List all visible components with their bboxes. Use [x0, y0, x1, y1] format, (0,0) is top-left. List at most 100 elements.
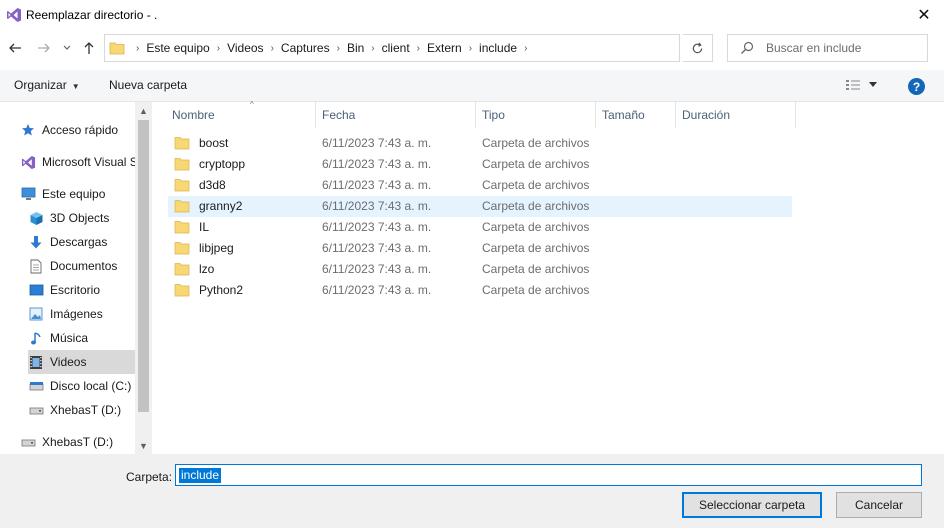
nav-label: Este equipo: [42, 187, 106, 201]
forward-button[interactable]: [35, 39, 53, 57]
file-name: IL: [199, 220, 210, 234]
folder-icon: [109, 42, 125, 55]
column-header-duration[interactable]: Duración: [676, 102, 796, 128]
column-header-date[interactable]: Fecha: [316, 102, 476, 128]
nav-item-visual-studio[interactable]: Microsoft Visual S: [20, 150, 152, 174]
nav-label: XhebasT (D:): [42, 435, 114, 449]
nav-item-downloads[interactable]: Descargas: [28, 230, 152, 254]
nav-item-quick-access[interactable]: Acceso rápido: [20, 118, 152, 142]
scroll-down-icon[interactable]: ▼: [135, 437, 152, 454]
chevron-right-icon[interactable]: ›: [371, 43, 374, 54]
breadcrumb-item[interactable]: Este equipo: [146, 41, 209, 55]
folder-icon: [174, 221, 190, 234]
search-box[interactable]: [727, 34, 928, 62]
column-label: Duración: [682, 108, 731, 122]
nav-item-local-disk-c[interactable]: Disco local (C:): [28, 374, 152, 398]
file-name: Python2: [199, 283, 244, 297]
chevron-right-icon[interactable]: ›: [217, 43, 220, 54]
scrollbar-thumb[interactable]: [138, 120, 149, 412]
chevron-right-icon[interactable]: ›: [524, 43, 527, 54]
nav-item-desktop[interactable]: Escritorio: [28, 278, 152, 302]
folder-label: Carpeta:: [126, 470, 173, 484]
search-input[interactable]: [766, 38, 921, 58]
nav-item-videos[interactable]: Videos: [28, 350, 135, 374]
folder-icon: [174, 284, 190, 297]
help-button[interactable]: ?: [908, 78, 925, 95]
scroll-up-icon[interactable]: ▲: [135, 102, 152, 119]
back-button[interactable]: [6, 39, 24, 57]
breadcrumb-item[interactable]: Bin: [347, 41, 364, 55]
file-name: lzo: [199, 262, 215, 276]
recent-locations-button[interactable]: [60, 39, 74, 57]
column-header-size[interactable]: Tamaño: [596, 102, 676, 128]
breadcrumb-item[interactable]: Captures: [281, 41, 330, 55]
breadcrumb-item[interactable]: Extern: [427, 41, 462, 55]
column-header-name[interactable]: ^ Nombre: [166, 100, 316, 128]
caret-down-icon: [869, 82, 877, 87]
close-button[interactable]: ✕: [904, 0, 944, 30]
dialog-footer: Carpeta: include Seleccionar carpeta Can…: [0, 454, 944, 528]
file-name: granny2: [199, 199, 243, 213]
table-row[interactable]: d3d8 6/11/2023 7:43 a. m. Carpeta de arc…: [168, 175, 792, 196]
file-type: Carpeta de archivos: [482, 136, 590, 150]
nav-item-music[interactable]: Música: [28, 326, 152, 350]
drive-icon: [28, 378, 44, 394]
address-bar[interactable]: › Este equipo › Videos › Captures › Bin …: [104, 34, 772, 62]
table-row[interactable]: Python2 6/11/2023 7:43 a. m. Carpeta de …: [168, 280, 792, 301]
window-title: Reemplazar directorio - .: [26, 8, 158, 22]
table-row[interactable]: lzo 6/11/2023 7:43 a. m. Carpeta de arch…: [168, 259, 792, 280]
cancel-button[interactable]: Cancelar: [836, 492, 922, 518]
new-folder-button[interactable]: Nueva carpeta: [109, 78, 187, 92]
nav-item-drive-d[interactable]: XhebasT (D:): [28, 398, 152, 422]
file-type: Carpeta de archivos: [482, 157, 590, 171]
folder-icon: [174, 158, 190, 171]
file-date: 6/11/2023 7:43 a. m.: [322, 220, 432, 234]
file-date: 6/11/2023 7:43 a. m.: [322, 283, 432, 297]
folder-icon: [174, 242, 190, 255]
change-view-button[interactable]: [845, 78, 877, 92]
nav-item-documents[interactable]: Documentos: [28, 254, 152, 278]
table-row[interactable]: IL 6/11/2023 7:43 a. m. Carpeta de archi…: [168, 217, 792, 238]
nav-scrollbar[interactable]: ▲ ▼: [135, 102, 152, 454]
chevron-right-icon[interactable]: ›: [417, 43, 420, 54]
arrow-left-icon: [9, 43, 21, 53]
table-row[interactable]: libjpeg 6/11/2023 7:43 a. m. Carpeta de …: [168, 238, 792, 259]
nav-item-pictures[interactable]: Imágenes: [28, 302, 152, 326]
nav-label: Escritorio: [50, 283, 101, 297]
organize-button[interactable]: Organizar ▼: [14, 78, 80, 92]
nav-item-drive-d-root[interactable]: XhebasT (D:): [20, 430, 152, 454]
nav-label: Documentos: [50, 259, 118, 273]
cube-icon: [28, 210, 44, 226]
nav-item-3d-objects[interactable]: 3D Objects: [28, 206, 152, 230]
download-icon: [28, 234, 44, 250]
breadcrumb-item[interactable]: client: [382, 41, 410, 55]
column-header-type[interactable]: Tipo: [476, 102, 596, 128]
table-row[interactable]: boost 6/11/2023 7:43 a. m. Carpeta de ar…: [168, 133, 792, 154]
column-label: Fecha: [322, 108, 356, 122]
chevron-right-icon[interactable]: ›: [337, 43, 340, 54]
table-row[interactable]: cryptopp 6/11/2023 7:43 a. m. Carpeta de…: [168, 154, 792, 175]
table-row[interactable]: granny2 6/11/2023 7:43 a. m. Carpeta de …: [168, 196, 792, 217]
music-icon: [28, 330, 44, 346]
file-type: Carpeta de archivos: [482, 199, 590, 213]
desktop-icon: [28, 282, 44, 298]
breadcrumb-item[interactable]: include: [479, 41, 517, 55]
breadcrumb-item[interactable]: Videos: [227, 41, 263, 55]
folder-name-input[interactable]: include: [175, 464, 922, 486]
address-row: › Este equipo › Videos › Captures › Bin …: [0, 33, 944, 65]
up-button[interactable]: [80, 39, 98, 57]
document-icon: [28, 258, 44, 274]
refresh-button[interactable]: [683, 34, 713, 62]
nav-label: Microsoft Visual S: [42, 155, 138, 169]
select-folder-button[interactable]: Seleccionar carpeta: [682, 492, 822, 518]
nav-item-this-pc[interactable]: Este equipo: [20, 182, 152, 206]
caret-down-icon: ▼: [71, 82, 80, 91]
chevron-right-icon: ›: [136, 42, 140, 54]
column-label: Tipo: [482, 108, 505, 122]
drive-icon: [28, 402, 44, 418]
chevron-right-icon[interactable]: ›: [271, 43, 274, 54]
folder-name-value[interactable]: include: [179, 468, 222, 483]
details-view-icon: [846, 80, 860, 90]
chevron-right-icon[interactable]: ›: [469, 43, 472, 54]
close-icon: ✕: [917, 7, 931, 24]
